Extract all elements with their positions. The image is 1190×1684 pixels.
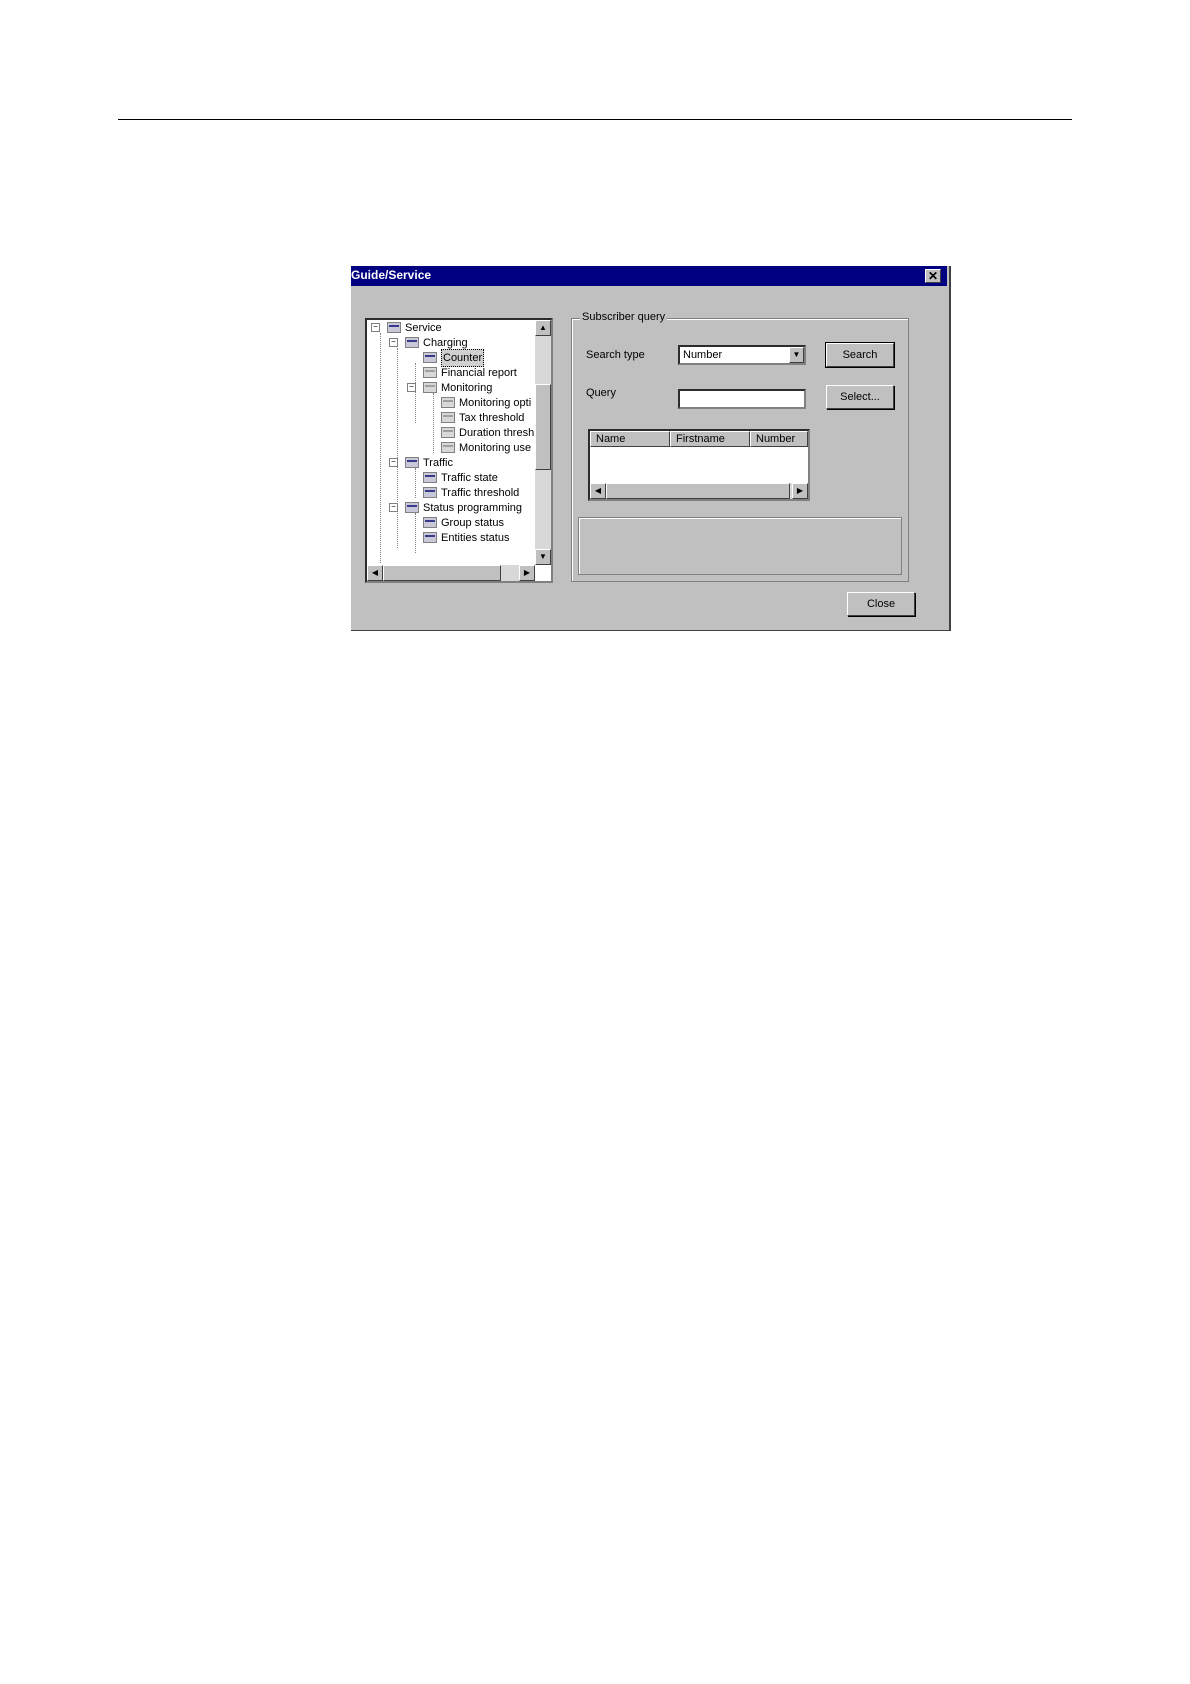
- tree-item-label: Monitoring opti: [459, 397, 532, 409]
- search-type-select[interactable]: Number ▼: [678, 345, 806, 365]
- folder-icon: [423, 382, 437, 393]
- page-header-rule: [118, 119, 1072, 120]
- scroll-thumb[interactable]: [383, 565, 501, 581]
- document-icon: [441, 427, 455, 438]
- select-button[interactable]: Select...: [826, 385, 894, 409]
- tree-line: [397, 348, 398, 548]
- group-title: Subscriber query: [580, 311, 668, 323]
- tree-item-label: Traffic state: [441, 472, 498, 484]
- scroll-thumb[interactable]: [535, 384, 551, 470]
- search-type-label: Search type: [586, 349, 645, 361]
- document-icon: [423, 352, 437, 363]
- tree-line: [415, 363, 416, 423]
- document-icon: [423, 487, 437, 498]
- tree-horizontal-scrollbar[interactable]: ◀ ▶: [367, 565, 535, 581]
- scroll-left-icon[interactable]: ◀: [590, 483, 606, 499]
- collapse-icon[interactable]: −: [389, 503, 398, 512]
- tree-item-label: Tax threshold: [459, 412, 525, 424]
- scroll-left-icon[interactable]: ◀: [367, 565, 383, 581]
- tree-vertical-scrollbar[interactable]: ▲ ▼: [535, 320, 551, 565]
- document-icon: [423, 367, 437, 378]
- scroll-up-icon[interactable]: ▲: [535, 320, 551, 336]
- scroll-down-icon[interactable]: ▼: [535, 549, 551, 565]
- collapse-icon[interactable]: −: [407, 383, 416, 392]
- tree-item-label: Monitoring: [441, 382, 493, 394]
- subscriber-query-group: Subscriber query Search type Number ▼ Se…: [571, 311, 909, 582]
- tree-line: [415, 468, 416, 498]
- tree-item-label: Financial report: [441, 367, 517, 379]
- tree-item-label: Traffic: [423, 457, 453, 469]
- scroll-right-icon[interactable]: ▶: [519, 565, 535, 581]
- collapse-icon[interactable]: −: [389, 458, 398, 467]
- tree-item-label: Duration thresh: [459, 427, 535, 439]
- service-tree[interactable]: − Service − Charging Counter Financial r…: [365, 318, 553, 583]
- collapse-icon[interactable]: −: [389, 338, 398, 347]
- column-header-name[interactable]: Name: [590, 431, 670, 447]
- list-horizontal-scrollbar[interactable]: ◀ ▶: [590, 483, 808, 499]
- chevron-down-icon[interactable]: ▼: [789, 347, 804, 363]
- tree-line: [433, 393, 434, 453]
- tree-item-label: Group status: [441, 517, 504, 529]
- close-icon[interactable]: ✕: [925, 269, 941, 283]
- folder-icon: [405, 337, 419, 348]
- tree-item-label: Entities status: [441, 532, 510, 544]
- query-input[interactable]: [678, 389, 806, 409]
- column-header-firstname[interactable]: Firstname: [670, 431, 750, 447]
- scroll-right-icon[interactable]: ▶: [792, 483, 808, 499]
- collapse-icon[interactable]: −: [371, 323, 380, 332]
- results-list[interactable]: Name Firstname Number ◀ ▶: [588, 429, 810, 501]
- search-button[interactable]: Search: [825, 342, 895, 368]
- query-label: Query: [586, 387, 616, 399]
- tree-line: [415, 513, 416, 553]
- tree-item-label: Service: [405, 322, 442, 334]
- folder-icon: [405, 457, 419, 468]
- search-type-value: Number: [683, 349, 723, 361]
- document-icon: [423, 472, 437, 483]
- window-title: Guide/Service: [351, 268, 432, 282]
- folder-icon: [405, 502, 419, 513]
- document-icon: [441, 442, 455, 453]
- tree-item-label: Traffic threshold: [441, 487, 520, 499]
- folder-icon: [387, 322, 401, 333]
- tree-item-label: Status programming: [423, 502, 523, 514]
- title-bar[interactable]: Guide/Service ✕: [351, 266, 947, 286]
- document-icon: [423, 532, 437, 543]
- tree-item-label: Monitoring use: [459, 442, 532, 454]
- scroll-thumb[interactable]: [606, 483, 790, 499]
- document-icon: [441, 412, 455, 423]
- guide-service-dialog: Guide/Service ✕ − Service − Charging Cou…: [351, 266, 951, 631]
- close-button[interactable]: Close: [847, 592, 915, 616]
- column-header-number[interactable]: Number: [750, 431, 808, 447]
- document-icon: [423, 517, 437, 528]
- info-panel: [578, 517, 902, 575]
- document-icon: [441, 397, 455, 408]
- tree-line: [380, 333, 381, 563]
